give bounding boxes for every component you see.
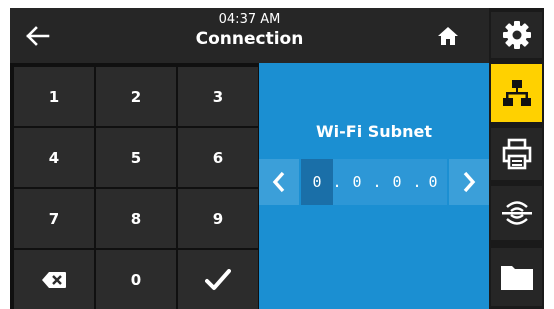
key-0[interactable]: 0 [96, 250, 176, 309]
field-label: Wi-Fi Subnet [315, 122, 432, 141]
key-2[interactable]: 2 [96, 67, 176, 126]
key-4[interactable]: 4 [14, 128, 94, 187]
gear-icon [502, 21, 531, 49]
sensor-icon [501, 201, 532, 225]
network-icon [502, 80, 531, 106]
octet-2[interactable]: 0 [341, 159, 373, 205]
header-bar: 04:37 AM Connection [10, 8, 489, 63]
subnet-entry-panel: Wi-Fi Subnet 0 . 0 . 0 . 0 [259, 63, 489, 309]
print-menu-button[interactable] [491, 128, 542, 180]
backspace-icon [42, 271, 66, 288]
previous-octet-button[interactable] [259, 159, 299, 205]
checkmark-icon [205, 268, 231, 290]
numeric-keypad: 1 2 3 4 5 6 7 8 9 0 [10, 63, 258, 309]
key-1[interactable]: 1 [14, 67, 94, 126]
key-6[interactable]: 6 [178, 128, 258, 187]
printer-icon [502, 138, 531, 170]
page-title: Connection [195, 29, 304, 49]
chevron-right-icon [463, 171, 476, 193]
menu-sidebar [489, 8, 544, 309]
connection-menu-button[interactable] [491, 64, 542, 122]
chevron-left-icon [272, 171, 285, 193]
next-octet-button[interactable] [449, 159, 489, 205]
storage-menu-button[interactable] [491, 248, 542, 306]
backspace-button[interactable] [14, 250, 94, 309]
octet-1[interactable]: 0 [301, 159, 333, 205]
key-7[interactable]: 7 [14, 189, 94, 248]
key-5[interactable]: 5 [96, 128, 176, 187]
ip-address-field[interactable]: 0 . 0 . 0 . 0 [301, 159, 447, 205]
key-9[interactable]: 9 [178, 189, 258, 248]
key-8[interactable]: 8 [96, 189, 176, 248]
printer-screen: 04:37 AM Connection 1 2 3 4 5 6 7 8 9 0 [10, 8, 544, 309]
key-3[interactable]: 3 [178, 67, 258, 126]
home-icon [438, 27, 458, 45]
sensor-menu-button[interactable] [491, 186, 542, 240]
octet-4[interactable]: 0 [419, 159, 447, 205]
confirm-button[interactable] [178, 250, 258, 309]
clock-time: 04:37 AM [218, 12, 281, 27]
folder-icon [500, 266, 533, 290]
octet-3[interactable]: 0 [381, 159, 413, 205]
settings-menu-button[interactable] [491, 12, 542, 58]
home-button[interactable] [430, 20, 466, 52]
